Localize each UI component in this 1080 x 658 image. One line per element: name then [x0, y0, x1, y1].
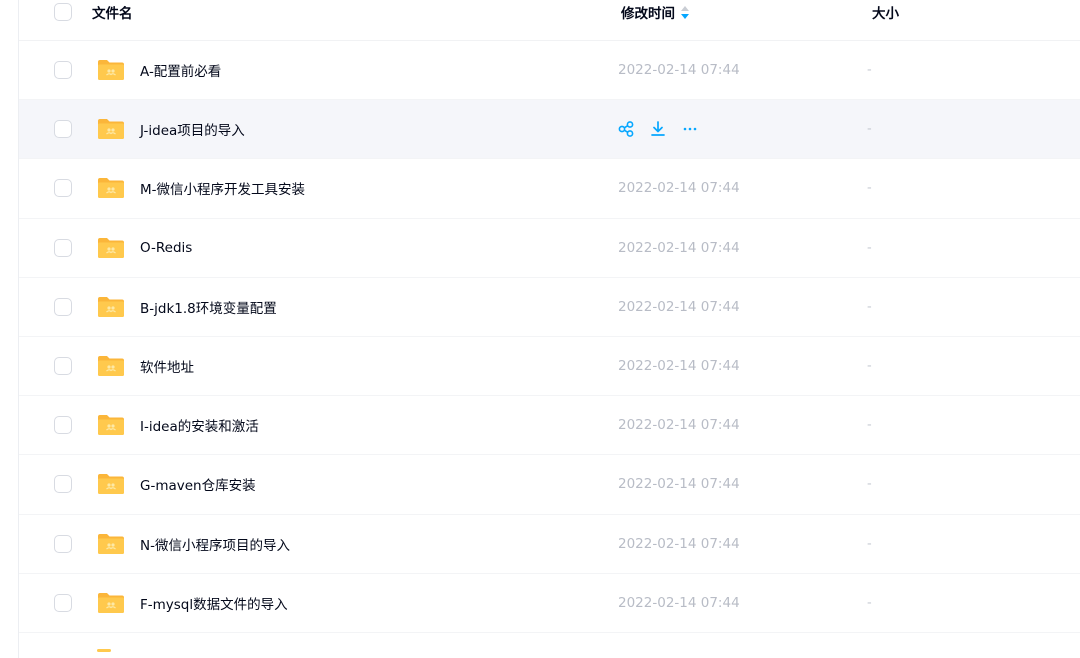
file-size: - — [867, 536, 872, 552]
file-row[interactable]: O-Redis 2022-02-14 07:44 - — [19, 219, 1080, 278]
file-row[interactable]: A-配置前必看 2022-02-14 07:44 - — [19, 41, 1080, 101]
row-checkbox[interactable] — [54, 297, 72, 316]
modified-time: 2022-02-14 07:44 — [618, 358, 740, 375]
row-checkbox[interactable] — [54, 357, 72, 376]
shared-folder-icon[interactable] — [97, 592, 125, 614]
file-size: - — [867, 358, 872, 374]
shared-folder-icon[interactable] — [97, 59, 125, 81]
file-list: 文件名 修改时间 大小 A-配置前必看 2022-02-14 07:44 - J-i… — [19, 0, 1080, 658]
shared-folder-icon[interactable] — [97, 355, 125, 377]
file-size: - — [867, 476, 872, 492]
file-size: - — [867, 299, 872, 315]
row-checkbox[interactable] — [54, 534, 72, 553]
row-checkbox[interactable] — [54, 61, 72, 80]
shared-folder-icon[interactable] — [97, 237, 125, 259]
file-name[interactable]: M-微信小程序开发工具安装 — [140, 178, 305, 198]
file-name[interactable]: N-微信小程序项目的导入 — [140, 534, 290, 554]
share-icon[interactable] — [616, 119, 636, 139]
modified-time: 2022-02-14 07:44 — [618, 476, 740, 493]
file-name[interactable]: 软件地址 — [140, 356, 194, 376]
more-icon[interactable] — [680, 119, 700, 139]
shared-folder-icon[interactable] — [97, 118, 125, 140]
download-icon[interactable] — [648, 119, 668, 139]
partial-folder-icon — [97, 649, 111, 652]
file-size: - — [867, 180, 872, 196]
row-checkbox[interactable] — [54, 238, 72, 257]
shared-folder-icon[interactable] — [97, 414, 125, 436]
row-checkbox[interactable] — [54, 120, 72, 139]
file-row[interactable]: N-微信小程序项目的导入 2022-02-14 07:44 - — [19, 515, 1080, 574]
file-size: - — [867, 595, 872, 611]
file-row[interactable]: G-maven仓库安装 2022-02-14 07:44 - — [19, 455, 1080, 515]
shared-folder-icon[interactable] — [97, 177, 125, 199]
modified-time: 2022-02-14 07:44 — [618, 180, 740, 197]
file-row[interactable]: I-idea的安装和激活 2022-02-14 07:44 - — [19, 396, 1080, 456]
row-actions — [616, 119, 700, 139]
file-row[interactable]: M-微信小程序开发工具安装 2022-02-14 07:44 - — [19, 159, 1080, 219]
column-header-size[interactable]: 大小 — [872, 2, 899, 22]
file-row[interactable]: B-jdk1.8环境变量配置 2022-02-14 07:44 - — [19, 278, 1080, 337]
shared-folder-icon[interactable] — [97, 296, 125, 318]
file-name[interactable]: A-配置前必看 — [140, 60, 221, 80]
row-checkbox[interactable] — [54, 475, 72, 494]
column-header-time[interactable]: 修改时间 — [621, 2, 689, 22]
column-header-time-label: 修改时间 — [621, 6, 675, 22]
row-checkbox[interactable] — [54, 593, 72, 612]
row-checkbox[interactable] — [54, 416, 72, 435]
shared-folder-icon[interactable] — [97, 473, 125, 495]
list-header: 文件名 修改时间 大小 — [19, 0, 1080, 41]
file-row[interactable]: F-mysql数据文件的导入 2022-02-14 07:44 - — [19, 574, 1080, 633]
column-header-name[interactable]: 文件名 — [92, 2, 133, 22]
file-size: - — [867, 121, 872, 137]
modified-time: 2022-02-14 07:44 — [618, 594, 740, 611]
file-size: - — [867, 417, 872, 433]
file-name[interactable]: B-jdk1.8环境变量配置 — [140, 297, 277, 317]
file-name[interactable]: F-mysql数据文件的导入 — [140, 593, 288, 613]
file-size: - — [867, 240, 872, 256]
file-row[interactable]: J-idea项目的导入 - — [19, 100, 1080, 160]
modified-time: 2022-02-14 07:44 — [618, 62, 740, 79]
file-row[interactable]: 软件地址 2022-02-14 07:44 - — [19, 337, 1080, 397]
modified-time: 2022-02-14 07:44 — [618, 239, 740, 256]
shared-folder-icon[interactable] — [97, 533, 125, 555]
file-name[interactable]: I-idea的安装和激活 — [140, 415, 259, 435]
file-name[interactable]: O-Redis — [140, 240, 192, 256]
sort-icon[interactable] — [681, 5, 689, 19]
modified-time: 2022-02-14 07:44 — [618, 417, 740, 434]
select-all-checkbox[interactable] — [54, 3, 72, 21]
file-size: - — [867, 62, 872, 78]
modified-time: 2022-02-14 07:44 — [618, 298, 740, 315]
file-name[interactable]: G-maven仓库安装 — [140, 474, 256, 494]
modified-time: 2022-02-14 07:44 — [618, 535, 740, 552]
row-checkbox[interactable] — [54, 179, 72, 198]
file-name[interactable]: J-idea项目的导入 — [140, 119, 245, 139]
